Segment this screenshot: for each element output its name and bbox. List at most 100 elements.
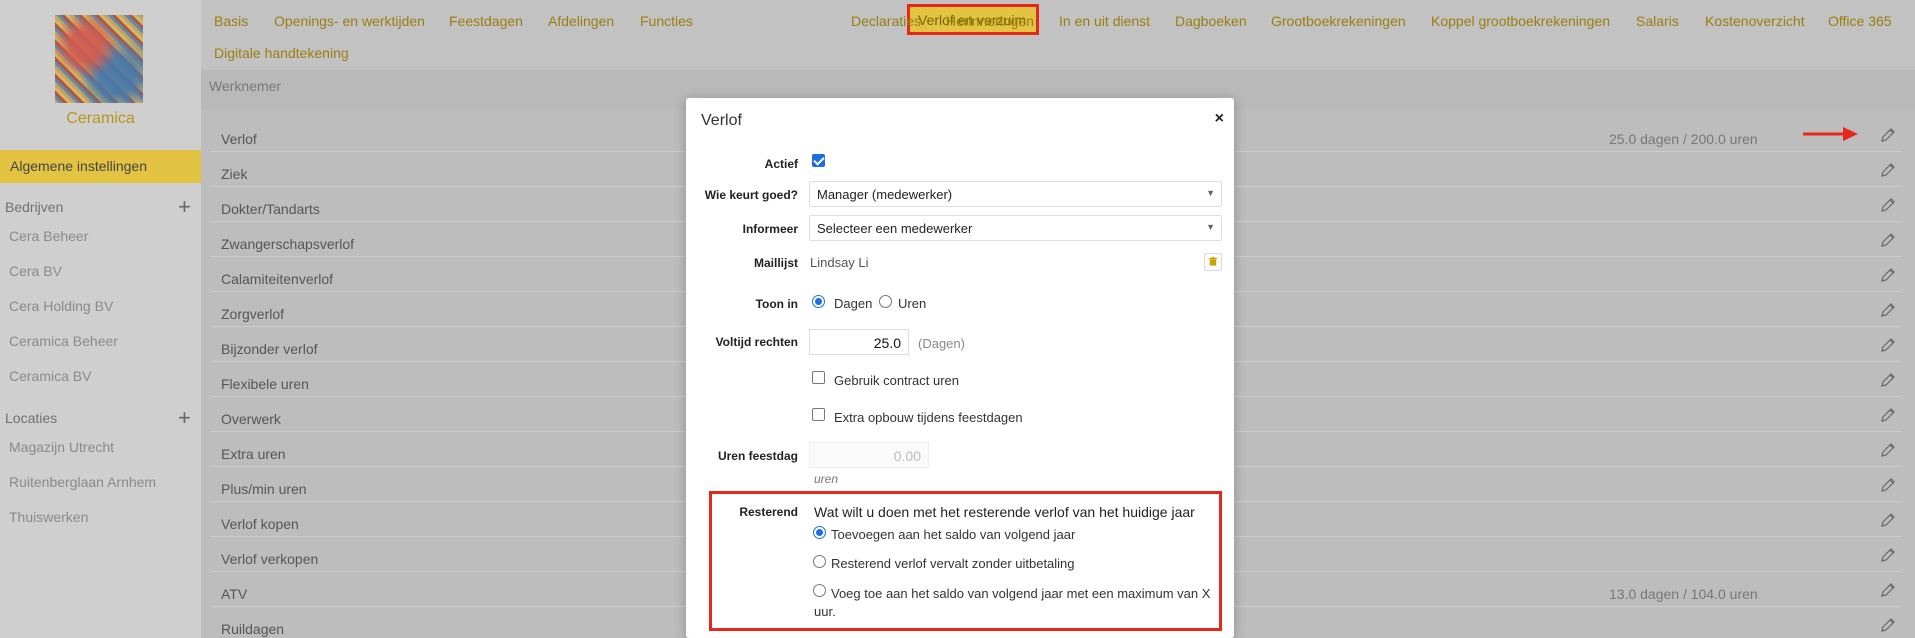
tab-link-ledger-accounts[interactable]: Koppel grootboekrekeningen <box>1431 13 1610 29</box>
approver-select[interactable]: Manager (medewerker) ▼ <box>809 181 1222 207</box>
use-contract-hours-label: Gebruik contract uren <box>834 373 960 388</box>
extra-accrual-label: Extra opbouw tijdens feestdagen <box>834 410 1023 425</box>
pencil-icon[interactable] <box>1880 547 1896 563</box>
remaining-option-expire-radio[interactable] <box>813 555 826 568</box>
pencil-icon[interactable] <box>1880 162 1896 178</box>
sidebar-company-item[interactable]: Cera BV <box>9 263 62 279</box>
leave-type-label: Zwangerschapsverlof <box>221 236 355 252</box>
pencil-icon[interactable] <box>1880 512 1896 528</box>
pencil-icon[interactable] <box>1880 442 1896 458</box>
tab-office-365[interactable]: Office 365 <box>1828 13 1892 29</box>
leave-type-label: Plus/min uren <box>221 481 307 497</box>
company-logo <box>55 15 143 103</box>
tab-salary[interactable]: Salaris <box>1636 13 1679 29</box>
leave-type-label: ATV <box>221 586 248 602</box>
company-name: Ceramica <box>66 110 135 127</box>
tab-departments[interactable]: Afdelingen <box>548 13 614 29</box>
tab-reminders[interactable]: Herinneringen <box>946 13 1034 29</box>
holiday-hours-input: 0.00 <box>809 442 929 468</box>
locations-header: Locaties <box>5 410 58 426</box>
holiday-hours-unit: uren <box>814 472 839 486</box>
sidebar-company-item[interactable]: Cera Holding BV <box>9 298 113 314</box>
remaining-option-add-label: Toevoegen aan het saldo van volgend jaar <box>831 527 1076 542</box>
pencil-icon[interactable] <box>1880 372 1896 388</box>
active-checkbox[interactable] <box>812 154 825 167</box>
extra-accrual-checkbox[interactable] <box>812 408 825 421</box>
inform-value: Selecteer een medewerker <box>817 221 973 236</box>
leave-type-label: Ruildagen <box>221 621 285 637</box>
leave-type-label: Overwerk <box>221 411 281 427</box>
tab-functions[interactable]: Functies <box>640 13 693 29</box>
tab-holidays[interactable]: Feestdagen <box>449 13 523 29</box>
sidebar-location-item[interactable]: Magazijn Utrecht <box>9 439 114 455</box>
leave-type-label: Flexibele uren <box>221 376 309 392</box>
remaining-option-add-radio[interactable] <box>813 526 826 539</box>
sidebar-company-item[interactable]: Ceramica Beheer <box>9 333 118 349</box>
pencil-icon[interactable] <box>1880 477 1896 493</box>
show-in-days-label: Dagen <box>834 296 873 311</box>
leave-type-label: Verlof <box>221 131 257 147</box>
pencil-icon[interactable] <box>1880 232 1896 248</box>
leave-type-label: Ziek <box>221 166 248 182</box>
show-in-hours-radio[interactable] <box>879 295 892 308</box>
tab-digital-signature[interactable]: Digitale handtekening <box>214 45 349 61</box>
leave-type-label: Zorgverlof <box>221 306 285 322</box>
tab-ledger-accounts[interactable]: Grootboekrekeningen <box>1271 13 1406 29</box>
approver-label: Wie keurt goed? <box>704 188 798 202</box>
leave-type-label: Verlof verkopen <box>221 551 319 567</box>
chevron-down-icon: ▼ <box>1206 222 1215 232</box>
pencil-icon[interactable] <box>1880 197 1896 213</box>
remaining-label: Resterend <box>739 505 798 519</box>
pencil-icon[interactable] <box>1880 582 1896 598</box>
pencil-icon[interactable] <box>1880 302 1896 318</box>
leave-type-label: Calamiteitenverlof <box>221 271 334 287</box>
close-icon[interactable]: × <box>1215 110 1224 128</box>
leave-type-label: Verlof kopen <box>221 516 299 532</box>
inform-label: Informeer <box>742 222 798 236</box>
show-in-days-radio[interactable] <box>812 295 825 308</box>
tab-basis[interactable]: Basis <box>214 13 248 29</box>
tab-cost-overview[interactable]: Kostenoverzicht <box>1705 13 1805 29</box>
leave-settings-modal: Verlof × Actief Wie keurt goed? Manager … <box>686 98 1234 638</box>
remaining-option-max-label: Voeg toe aan het saldo van volgend jaar … <box>814 586 1211 619</box>
modal-title: Verlof <box>701 112 742 129</box>
leave-type-value: 13.0 dagen / 104.0 uren <box>1609 586 1758 602</box>
tab-opening-hours[interactable]: Openings- en werktijden <box>274 13 425 29</box>
inform-select[interactable]: Selecteer een medewerker ▼ <box>809 215 1222 241</box>
maillist-value: Lindsay Li <box>810 255 869 270</box>
pencil-icon[interactable] <box>1880 267 1896 283</box>
leave-type-label: Extra uren <box>221 446 286 462</box>
sidebar-location-item[interactable]: Ruitenberglaan Arnhem <box>9 474 156 490</box>
show-in-hours-label: Uren <box>898 296 927 311</box>
sidebar-company-item[interactable]: Ceramica BV <box>9 368 91 384</box>
add-location-icon[interactable]: + <box>178 407 191 429</box>
tab-in-and-out-of-service[interactable]: In en uit dienst <box>1059 13 1150 29</box>
companies-header: Bedrijven <box>5 199 64 215</box>
fulltime-rights-unit: (Dagen) <box>918 336 965 351</box>
pencil-icon[interactable] <box>1880 337 1896 353</box>
chevron-down-icon: ▼ <box>1206 188 1215 198</box>
pencil-icon[interactable] <box>1880 127 1896 143</box>
add-company-icon[interactable]: + <box>178 196 191 218</box>
approver-value: Manager (medewerker) <box>817 187 953 202</box>
tab-journals[interactable]: Dagboeken <box>1175 13 1247 29</box>
remaining-question: Wat wilt u doen met het resterende verlo… <box>814 504 1195 520</box>
pencil-icon[interactable] <box>1880 617 1896 633</box>
fulltime-rights-label: Voltijd rechten <box>715 335 798 349</box>
show-in-label: Toon in <box>755 297 798 311</box>
active-label: Actief <box>764 157 798 171</box>
sidebar-company-item[interactable]: Cera Beheer <box>9 228 88 244</box>
leave-type-label: Bijzonder verlof <box>221 341 318 357</box>
trash-icon[interactable] <box>1204 253 1222 271</box>
sidebar-item-general-settings[interactable]: Algemene instellingen <box>0 150 201 183</box>
use-contract-hours-checkbox[interactable] <box>812 371 825 384</box>
fulltime-rights-input[interactable]: 25.0 <box>809 329 909 355</box>
tab-declarations[interactable]: Declaraties <box>851 13 921 29</box>
arrow-annotation-icon <box>1803 127 1858 141</box>
settings-tab-bar: Basis Openings- en werktijden Feestdagen… <box>201 0 1915 70</box>
section-title: Werknemer <box>209 78 282 94</box>
maillist-label: Maillijst <box>753 256 798 270</box>
holiday-hours-label: Uren feestdag <box>717 449 798 463</box>
sidebar-location-item[interactable]: Thuiswerken <box>9 509 88 525</box>
pencil-icon[interactable] <box>1880 407 1896 423</box>
